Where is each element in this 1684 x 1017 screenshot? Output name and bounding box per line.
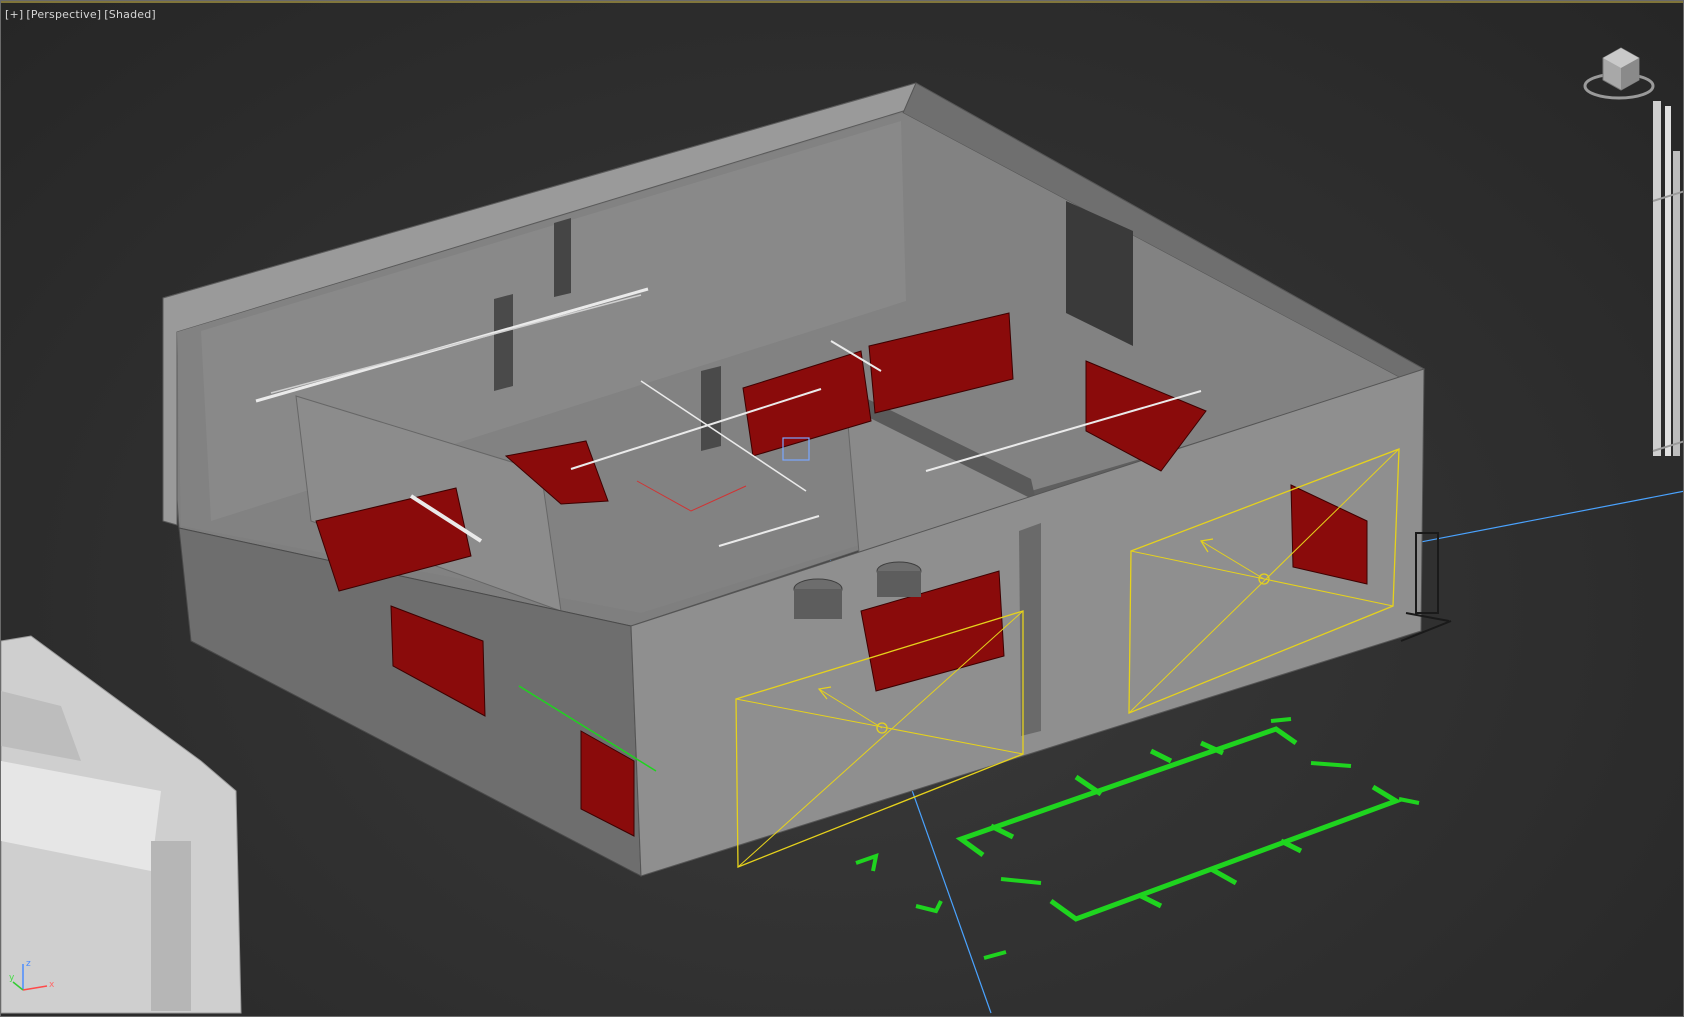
adjacent-building-wall — [151, 841, 191, 1011]
perspective-viewport[interactable]: [+] [Perspective] [Shaded] z x y — [0, 0, 1684, 1017]
door-opening — [554, 218, 571, 297]
viewport-shading-mode[interactable]: [Shaded] — [104, 8, 156, 21]
axis-z-label: z — [26, 959, 31, 969]
axis-y-label: y — [9, 973, 15, 983]
axis-x-label: x — [49, 980, 55, 990]
scene-canvas[interactable] — [1, 1, 1684, 1017]
viewport-menu-plus[interactable]: [+] — [5, 8, 23, 21]
ground-helper-2[interactable] — [1049, 784, 1402, 922]
viewport-view-type[interactable]: [Perspective] — [26, 8, 101, 21]
viewcube-icon[interactable] — [1581, 36, 1661, 106]
viewport-label-menu[interactable]: [+] [Perspective] [Shaded] — [5, 8, 156, 21]
door-opening-2 — [494, 294, 513, 391]
tank-2-body — [877, 571, 921, 597]
front-pillar — [1019, 523, 1041, 736]
tower-structure-right[interactable] — [1652, 101, 1684, 456]
door-opening-3 — [701, 366, 721, 451]
axis-tripod-icon: z x y — [9, 959, 55, 991]
tank-1-body — [794, 589, 842, 619]
